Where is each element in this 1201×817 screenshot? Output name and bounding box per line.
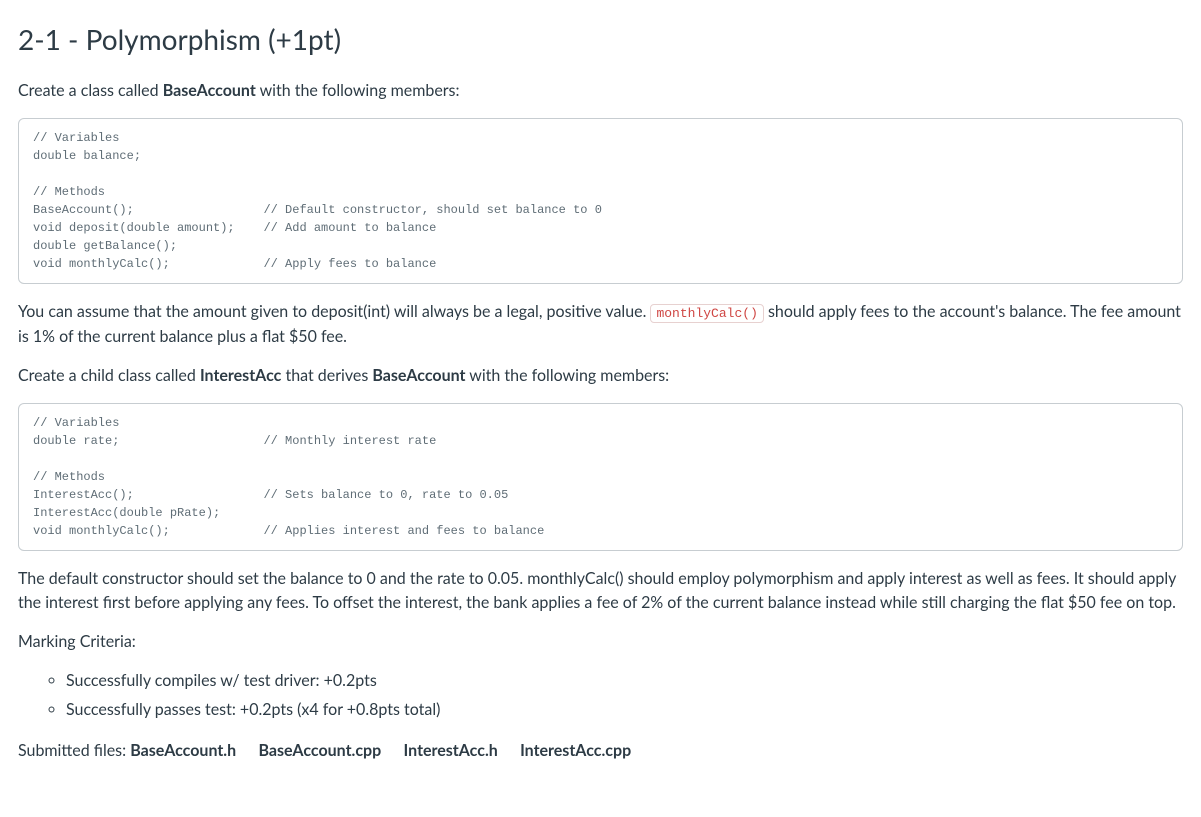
file-name: InterestAcc.cpp [520, 741, 631, 760]
file-name: BaseAccount.h [130, 741, 236, 760]
description-paragraph: You can assume that the amount given to … [18, 300, 1183, 350]
class-name: InterestAcc [200, 366, 281, 385]
submitted-files: Submitted files: BaseAccount.h BaseAccou… [18, 739, 1183, 764]
text: Create a class called [18, 81, 163, 100]
list-item: Successfully passes test: +0.2pts (x4 fo… [66, 698, 1183, 723]
class-name: BaseAccount [163, 81, 256, 100]
criteria-label: Marking Criteria: [18, 630, 1183, 655]
intro-paragraph: Create a class called BaseAccount with t… [18, 79, 1183, 104]
code-block-interestacc: // Variables double rate; // Monthly int… [18, 403, 1183, 551]
file-name: InterestAcc.h [404, 741, 498, 760]
child-class-paragraph: Create a child class called InterestAcc … [18, 364, 1183, 389]
explanation-paragraph: The default constructor should set the b… [18, 567, 1183, 617]
inline-code: monthlyCalc() [650, 304, 763, 323]
code-block-baseaccount: // Variables double balance; // Methods … [18, 118, 1183, 284]
text: Create a child class called [18, 366, 200, 385]
file-name: BaseAccount.cpp [258, 741, 381, 760]
text: that derives [281, 366, 372, 385]
list-item: Successfully compiles w/ test driver: +0… [66, 669, 1183, 694]
text: with the following members: [465, 366, 669, 385]
text: You can assume that the amount given to … [18, 302, 650, 321]
class-name: BaseAccount [372, 366, 465, 385]
text: with the following members: [256, 81, 460, 100]
text: Submitted files: [18, 741, 130, 760]
page-title: 2-1 - Polymorphism (+1pt) [18, 18, 1183, 61]
